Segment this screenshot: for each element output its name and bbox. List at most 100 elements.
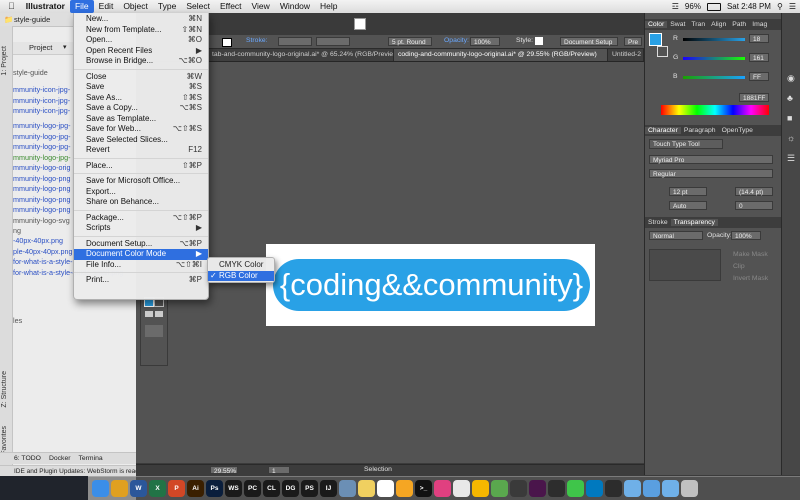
clion-icon[interactable]: CL	[263, 480, 280, 497]
wifi-icon[interactable]: ☲	[672, 2, 679, 11]
opacity-input[interactable]: 100%	[470, 37, 500, 46]
menu-item-export[interactable]: Export...	[74, 187, 208, 198]
tab-align[interactable]: Align	[708, 21, 729, 28]
trello-icon[interactable]	[586, 480, 603, 497]
preferences-button[interactable]: Pre	[624, 37, 642, 46]
menu-item-save-selected-slices[interactable]: Save Selected Slices...	[74, 135, 208, 146]
draw-mode-icon[interactable]	[145, 311, 153, 317]
blend-mode-select[interactable]: Normal	[649, 231, 703, 240]
b-slider[interactable]	[683, 76, 745, 79]
file-tree-item[interactable]: style-guide	[13, 68, 48, 78]
stroke-label[interactable]: Stroke:	[246, 37, 268, 44]
clock[interactable]: Sat 2:48 PM	[727, 2, 771, 11]
doc-tab-3[interactable]: Untitled-2	[608, 49, 644, 61]
font-size-input[interactable]: 12 pt	[669, 187, 707, 196]
menu-type[interactable]: Type	[153, 0, 181, 13]
tab-stroke[interactable]: Stroke	[645, 219, 671, 226]
rgb-color-item[interactable]: ✓ RGB Color	[208, 270, 274, 281]
file-tree-item[interactable]: mmunity-logo-png	[13, 174, 71, 184]
file-tree-item[interactable]: mmunity-logo-png	[13, 184, 71, 194]
menu-item-scripts[interactable]: Scripts ▶	[74, 223, 208, 234]
audio-icon[interactable]	[510, 480, 527, 497]
tab-opentype[interactable]: OpenType	[719, 127, 756, 134]
menu-item-print[interactable]: Print... ⌘P	[74, 275, 208, 286]
r-slider[interactable]	[683, 38, 745, 41]
menu-item-close[interactable]: Close ⌘W	[74, 72, 208, 83]
finder-icon[interactable]	[92, 480, 109, 497]
menu-item-browse-in-bridge[interactable]: Browse in Bridge... ⌥⌘O	[74, 56, 208, 67]
menu-item-save[interactable]: Save ⌘S	[74, 82, 208, 93]
terminal-tab[interactable]: Termina	[78, 455, 102, 462]
file-tree-item[interactable]: -40px-40px.png	[13, 236, 63, 246]
opacity-label[interactable]: Opacity:	[444, 37, 469, 44]
color-spectrum[interactable]	[661, 105, 769, 115]
style-swatch[interactable]	[535, 37, 543, 45]
docker-tab[interactable]: Docker	[49, 455, 71, 462]
structure-tool-tab[interactable]: Z: Structure	[1, 371, 8, 408]
menu-effect[interactable]: Effect	[215, 0, 247, 13]
photos-icon[interactable]	[453, 480, 470, 497]
app-icon[interactable]	[339, 480, 356, 497]
tab-image[interactable]: Imag	[749, 21, 770, 28]
music-icon[interactable]	[434, 480, 451, 497]
powerpoint-icon[interactable]: P	[168, 480, 185, 497]
layers-icon[interactable]: ☰	[787, 153, 795, 164]
mask-thumbnail[interactable]	[649, 249, 721, 281]
artboard-select[interactable]: 1	[268, 466, 290, 475]
tab-transparency[interactable]: Transparency	[670, 219, 718, 226]
doc-tab-1[interactable]: tab-and-community-logo-original.ai* @ 65…	[208, 49, 394, 61]
tab-swatches[interactable]: Swat	[667, 21, 688, 28]
file-tree-item[interactable]: mmunity-logo-svg	[13, 216, 70, 226]
tab-paragraph[interactable]: Paragraph	[681, 127, 719, 134]
battery-percent[interactable]: 96%	[685, 2, 701, 11]
stroke-swatch-icon[interactable]	[657, 46, 668, 57]
menu-item-open-recent-files[interactable]: Open Recent Files ▶	[74, 46, 208, 57]
change-screen-mode-icon[interactable]	[145, 325, 163, 337]
file-tree-item[interactable]: mmunity-logo-png	[13, 205, 71, 215]
brush-select[interactable]: 5 pt. Round	[388, 37, 432, 46]
appearance-icon[interactable]: ☼	[787, 133, 795, 143]
doc-tab-2[interactable]: coding-and-community-logo-original.ai* @…	[394, 49, 608, 61]
menu-item-place[interactable]: Place... ⇧⌘P	[74, 161, 208, 172]
menu-item-new-from-template[interactable]: New from Template... ⇧⌘N	[74, 25, 208, 36]
pages-icon[interactable]	[396, 480, 413, 497]
menu-item-save-for-microsoft-office[interactable]: Save for Microsoft Office...	[74, 176, 208, 187]
menu-item-revert[interactable]: Revert F12	[74, 145, 208, 156]
file-tree-item[interactable]: mmunity-icon-jpg-	[13, 106, 70, 116]
downloads-icon[interactable]	[643, 480, 660, 497]
kerning-input[interactable]: Auto	[669, 201, 707, 210]
screen-mode-icon[interactable]	[155, 311, 163, 317]
trash-icon[interactable]	[681, 480, 698, 497]
r-value[interactable]: 18	[749, 34, 769, 43]
calendar-icon[interactable]	[377, 480, 394, 497]
g-value[interactable]: 161	[749, 53, 769, 62]
file-tree-item[interactable]: for-what-is-a-style-	[13, 257, 73, 267]
font-style-select[interactable]: Regular	[649, 169, 773, 178]
file-tree-item[interactable]: ng	[13, 226, 21, 236]
menu-item-document-setup[interactable]: Document Setup... ⌥⌘P	[74, 239, 208, 250]
file-tree-item[interactable]: mmunity-logo-png	[13, 195, 71, 205]
menu-help[interactable]: Help	[315, 0, 342, 13]
file-tree-item[interactable]: mmunity-icon-jpg-	[13, 85, 70, 95]
chevron-down-icon[interactable]: ▾	[63, 43, 67, 51]
invert-mask-checkbox[interactable]: Invert Mask	[733, 275, 768, 282]
file-tree-item[interactable]: mmunity-logo-jpg-	[13, 153, 71, 163]
cmyk-color-item[interactable]: CMYK Color	[208, 260, 274, 271]
menu-window[interactable]: Window	[275, 0, 315, 13]
tab-path[interactable]: Path	[729, 21, 749, 28]
app-menu[interactable]: Illustrator	[21, 0, 70, 13]
brushes-icon[interactable]: ◉	[787, 73, 795, 84]
zoom-select[interactable]: 29.55%	[210, 466, 238, 475]
menu-item-open[interactable]: Open... ⌘O	[74, 35, 208, 46]
intellij-icon[interactable]: IJ	[320, 480, 337, 497]
webstorm-icon[interactable]: WS	[225, 480, 242, 497]
status-mode[interactable]: Selection	[364, 466, 392, 473]
project-dropdown[interactable]: Project	[29, 43, 52, 52]
font-family-select[interactable]: Myriad Pro	[649, 155, 773, 164]
menu-item-file-info[interactable]: File Info... ⌥⇧⌘I	[74, 260, 208, 271]
stroke-weight[interactable]	[278, 37, 312, 46]
apple-icon[interactable]: 	[0, 0, 21, 13]
vpn-icon[interactable]	[605, 480, 622, 497]
documents-icon[interactable]	[662, 480, 679, 497]
excel-icon[interactable]: X	[149, 480, 166, 497]
